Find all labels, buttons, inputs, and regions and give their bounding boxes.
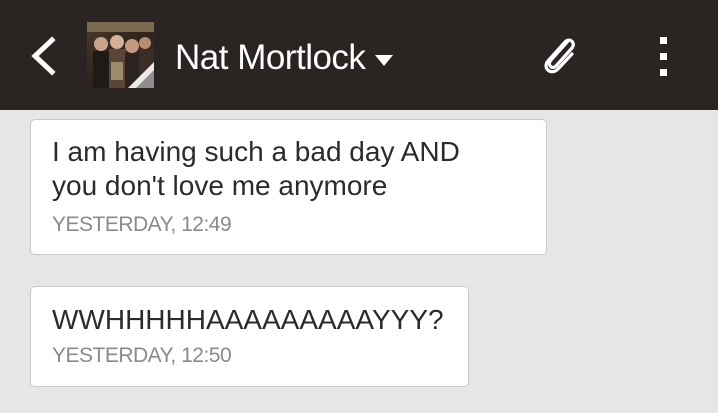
message-text-line: WWHHHHHAAAAAAAAAYYY?: [52, 304, 444, 335]
overflow-menu-icon: [660, 37, 667, 76]
message-text-line: I am having such a bad day AND: [52, 136, 460, 167]
caret-down-icon: [375, 55, 394, 66]
message-timestamp: YESTERDAY, 12:49: [52, 213, 232, 236]
back-button[interactable]: [26, 34, 62, 78]
paperclip-icon: [544, 38, 575, 74]
attach-button[interactable]: [538, 32, 582, 78]
message-bubble[interactable]: I am having such a bad day AND you don't…: [30, 119, 547, 255]
overflow-menu-button[interactable]: [652, 36, 676, 78]
app-bar: Nat Mortlock: [0, 0, 718, 110]
chevron-left-icon: [31, 36, 56, 76]
message-bubble[interactable]: WWHHHHHAAAAAAAAAYYY? YESTERDAY, 12:50: [30, 286, 469, 387]
message-text-line: you don't love me anymore: [52, 170, 388, 201]
avatar[interactable]: [87, 22, 154, 88]
contact-title[interactable]: Nat Mortlock: [175, 34, 394, 82]
message-timestamp: YESTERDAY, 12:50: [52, 344, 232, 367]
contact-photo: [87, 22, 154, 88]
contact-name: Nat Mortlock: [175, 38, 366, 77]
